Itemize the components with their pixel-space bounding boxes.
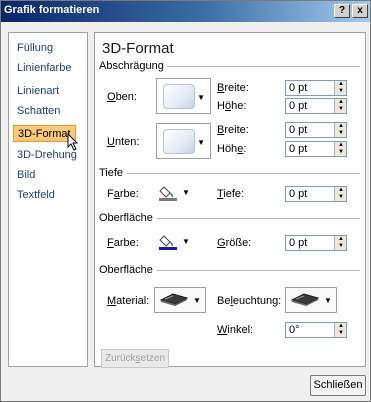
group-divider — [127, 173, 360, 174]
page-title: 3D-Format — [102, 40, 174, 57]
contour-group-label: Oberfläche — [99, 212, 153, 224]
nav-item-line-style[interactable]: Linienart — [13, 83, 63, 100]
spinner-value: 0° — [289, 324, 300, 336]
depth-group-label: Tiefe — [99, 167, 124, 179]
surface-group-label: Oberfläche — [99, 264, 153, 276]
spin-up-icon[interactable]: ▲ — [336, 323, 346, 330]
close-window-button[interactable]: x — [352, 4, 368, 18]
group-divider — [157, 270, 360, 271]
chevron-down-icon: ▼ — [182, 188, 190, 197]
spinner-value: 0 pt — [289, 100, 308, 112]
chevron-down-icon: ▼ — [197, 138, 205, 147]
spin-down-icon[interactable]: ▼ — [336, 149, 346, 156]
material-label: Material: — [107, 295, 150, 307]
depth-color-button[interactable]: ▼ — [154, 183, 194, 203]
bevel-top-preset-button[interactable]: ▼ — [156, 78, 211, 114]
window-title: Grafik formatieren — [4, 4, 100, 16]
spin-up-icon[interactable]: ▲ — [336, 81, 346, 88]
nav-item-line-color[interactable]: Linienfarbe — [13, 60, 75, 77]
bevel-bottom-preset-button[interactable]: ▼ — [156, 123, 211, 159]
chevron-down-icon: ▼ — [193, 296, 201, 305]
spin-up-icon[interactable]: ▲ — [336, 236, 346, 243]
bevel-bottom-width-spinner[interactable]: 0 pt ▲ ▼ — [285, 122, 347, 138]
depth-color-label: Farbe: — [107, 188, 139, 200]
format-picture-dialog: Grafik formatieren ? x Füllung Linienfar… — [0, 0, 371, 402]
spin-down-icon[interactable]: ▼ — [336, 194, 346, 201]
nav-item-text-box[interactable]: Textfeld — [13, 187, 59, 204]
material-button[interactable]: ▼ — [154, 287, 206, 313]
bevel-preview — [163, 129, 195, 154]
group-divider — [167, 66, 360, 67]
lighting-icon — [290, 293, 320, 306]
title-bar[interactable]: Grafik formatieren ? x — [1, 1, 370, 22]
lighting-button[interactable]: ▼ — [285, 287, 337, 313]
spinner-value: 0 pt — [289, 143, 308, 155]
angle-label: Winkel: — [217, 324, 254, 336]
bevel-preview — [163, 84, 195, 109]
spin-down-icon[interactable]: ▼ — [336, 88, 346, 95]
contour-color-button[interactable]: ▼ — [154, 232, 194, 252]
nav-item-picture[interactable]: Bild — [13, 167, 39, 184]
angle-spinner[interactable]: 0° ▲ ▼ — [285, 322, 347, 338]
spin-down-icon[interactable]: ▼ — [336, 106, 346, 113]
nav-item-fill[interactable]: Füllung — [13, 40, 57, 57]
spin-down-icon[interactable]: ▼ — [336, 243, 346, 250]
spin-down-icon[interactable]: ▼ — [336, 330, 346, 337]
spin-up-icon[interactable]: ▲ — [336, 187, 346, 194]
spin-down-icon[interactable]: ▼ — [336, 130, 346, 137]
bevel-bottom-height-label: Höhe: — [217, 143, 247, 155]
bevel-top-height-spinner[interactable]: 0 pt ▲ ▼ — [285, 98, 347, 114]
spinner-value: 0 pt — [289, 237, 308, 249]
bevel-top-label: Oben: — [107, 91, 137, 103]
group-divider — [157, 218, 360, 219]
category-list: Füllung Linienfarbe Linienart Schatten 3… — [8, 32, 88, 367]
reset-button[interactable]: Zurücksetzen — [101, 349, 169, 368]
contour-size-label: Größe: — [217, 237, 252, 249]
bevel-top-width-label: Breite: — [217, 82, 249, 94]
bevel-bottom-height-spinner[interactable]: 0 pt ▲ ▼ — [285, 141, 347, 157]
material-icon — [159, 293, 189, 306]
paint-bucket-icon — [159, 186, 177, 201]
chevron-down-icon: ▼ — [182, 237, 190, 246]
spin-up-icon[interactable]: ▲ — [336, 123, 346, 130]
bevel-top-width-spinner[interactable]: 0 pt ▲ ▼ — [285, 80, 347, 96]
lighting-label: Beleuchtung: — [217, 295, 282, 307]
spinner-value: 0 pt — [289, 82, 308, 94]
spin-up-icon[interactable]: ▲ — [336, 99, 346, 106]
bevel-group-label: Abschrägung — [99, 60, 164, 72]
spin-up-icon[interactable]: ▲ — [336, 142, 346, 149]
paint-bucket-icon — [159, 235, 177, 250]
nav-item-shadow[interactable]: Schatten — [13, 103, 64, 120]
contour-size-spinner[interactable]: 0 pt ▲ ▼ — [285, 235, 347, 251]
bevel-bottom-label: Unten: — [107, 136, 140, 148]
bevel-bottom-width-label: Breite: — [217, 124, 249, 136]
depth-label: Tiefe: — [217, 188, 245, 200]
spinner-value: 0 pt — [289, 188, 308, 200]
chevron-down-icon: ▼ — [197, 93, 205, 102]
chevron-down-icon: ▼ — [324, 296, 332, 305]
close-button[interactable]: Schließen — [310, 375, 366, 396]
help-button[interactable]: ? — [334, 4, 350, 18]
depth-spinner[interactable]: 0 pt ▲ ▼ — [285, 186, 347, 202]
mouse-cursor-icon — [67, 133, 79, 151]
settings-panel: 3D-Format Abschrägung Oben: ▼ Breite: 0 … — [94, 32, 366, 368]
contour-color-label: Farbe: — [107, 237, 139, 249]
spinner-value: 0 pt — [289, 124, 308, 136]
bevel-top-height-label: Höhe: — [217, 100, 247, 112]
